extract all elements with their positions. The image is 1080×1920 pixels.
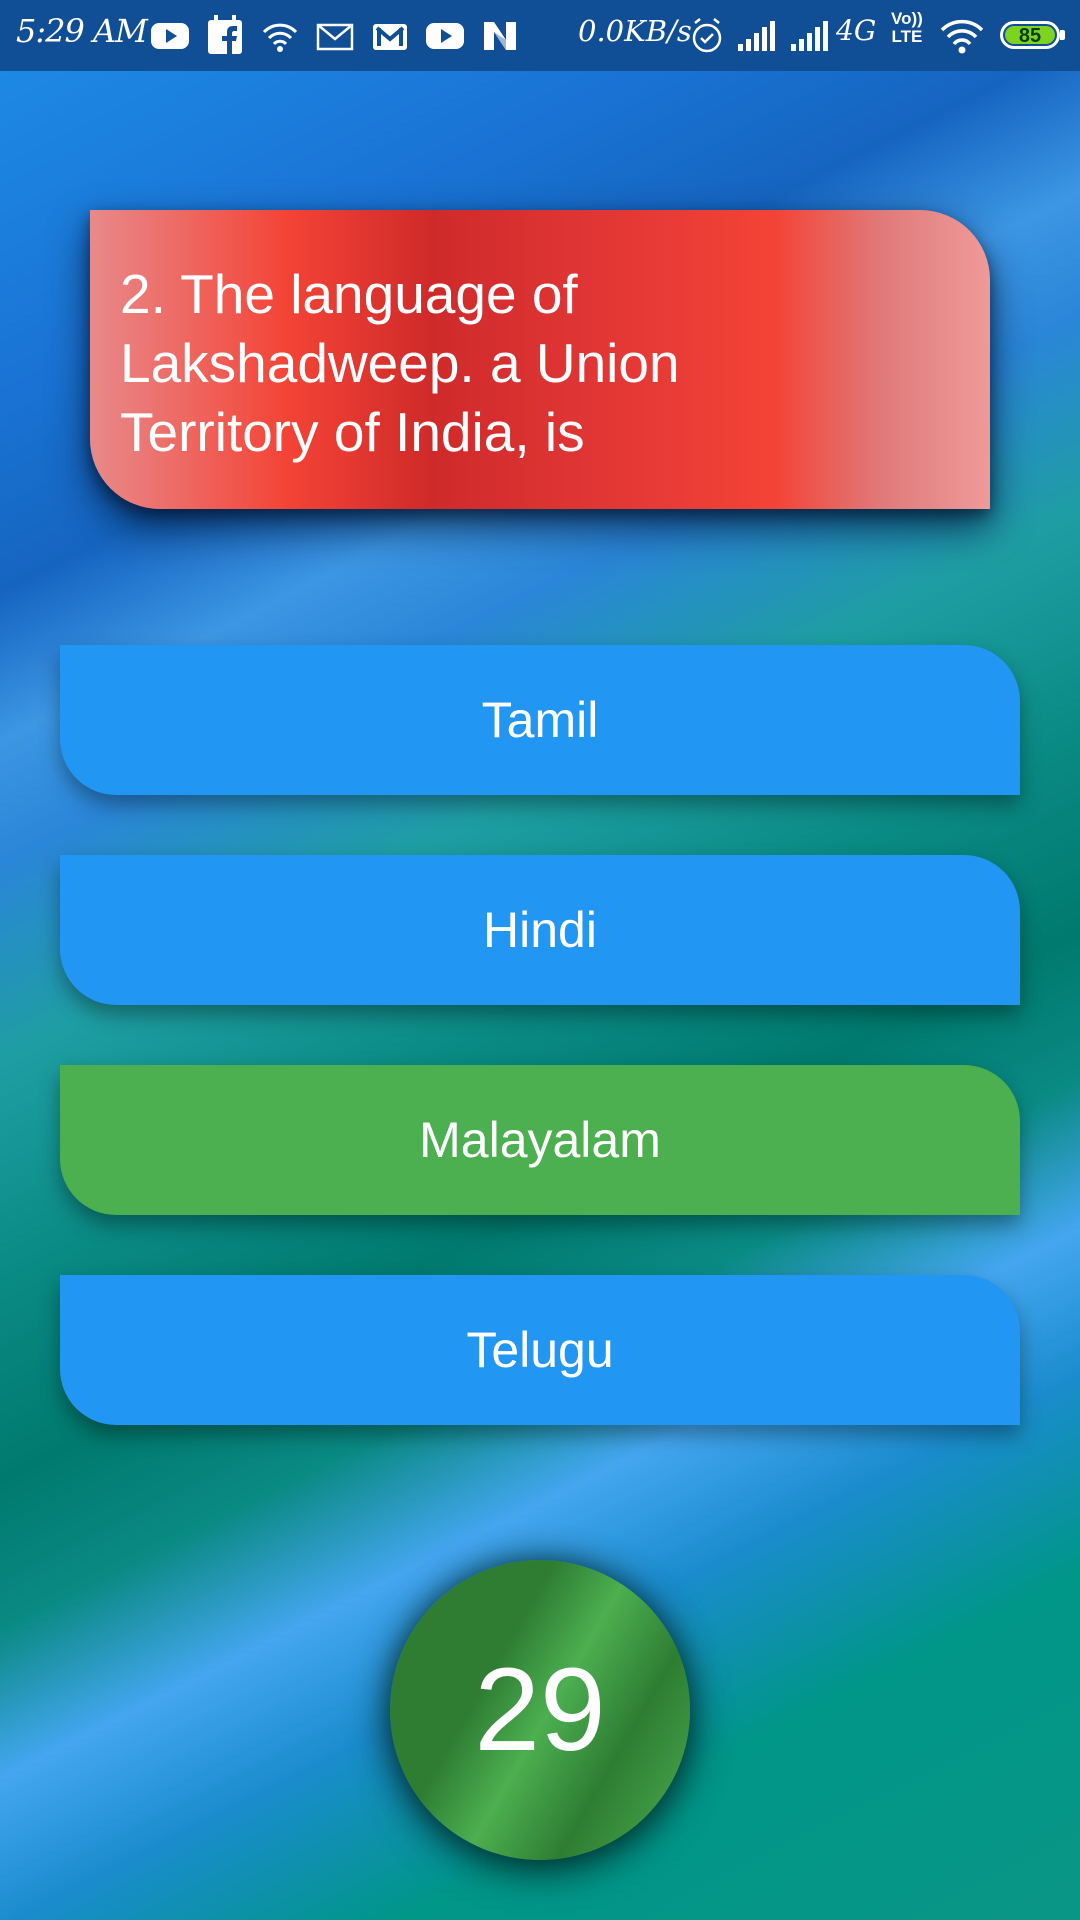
- signal-strength-icon: [790, 20, 830, 57]
- youtube-icon: [150, 16, 190, 61]
- status-bar: 5:29 AM 0.0KB/s 4G Vo)) LTE 85: [0, 0, 1080, 71]
- answer-option-tamil[interactable]: Tamil: [60, 645, 1020, 795]
- volte-bottom-label: LTE: [891, 27, 923, 46]
- wifi-calling-icon: [260, 16, 300, 61]
- network-type-label: 4G: [836, 14, 877, 47]
- question-text: 2. The language of Lakshadweep. a Union …: [120, 263, 680, 463]
- alarm-icon: [690, 16, 724, 61]
- battery-icon: 85: [1000, 21, 1065, 49]
- facebook-calendar-icon: [205, 14, 245, 61]
- signal-strength-icon: [737, 20, 777, 57]
- network-speed: 0.0KB/s: [578, 14, 692, 48]
- news-app-icon: [480, 16, 520, 61]
- volte-icon: Vo)) LTE: [891, 10, 923, 46]
- timer-value: 29: [474, 1644, 606, 1776]
- battery-level: 85: [1005, 26, 1055, 46]
- youtube-icon: [425, 16, 465, 61]
- volte-top-label: Vo)): [891, 9, 923, 28]
- gmail-icon: [370, 16, 410, 61]
- countdown-timer: 29: [390, 1560, 690, 1860]
- answer-option-hindi[interactable]: Hindi: [60, 855, 1020, 1005]
- battery-tip: [1060, 30, 1065, 40]
- status-time: 5:29 AM: [16, 12, 148, 50]
- answer-option-malayalam[interactable]: Malayalam: [60, 1065, 1020, 1215]
- mail-outline-icon: [315, 16, 355, 61]
- question-card: 2. The language of Lakshadweep. a Union …: [90, 210, 990, 509]
- wifi-icon: [940, 16, 984, 61]
- answer-option-telugu[interactable]: Telugu: [60, 1275, 1020, 1425]
